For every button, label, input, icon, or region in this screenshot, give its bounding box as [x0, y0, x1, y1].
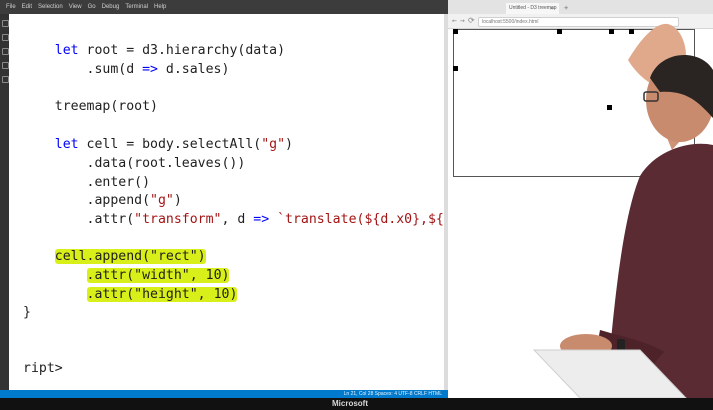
presenter-figure	[532, 23, 713, 399]
brand-logo-text: Microsoft	[332, 399, 368, 408]
